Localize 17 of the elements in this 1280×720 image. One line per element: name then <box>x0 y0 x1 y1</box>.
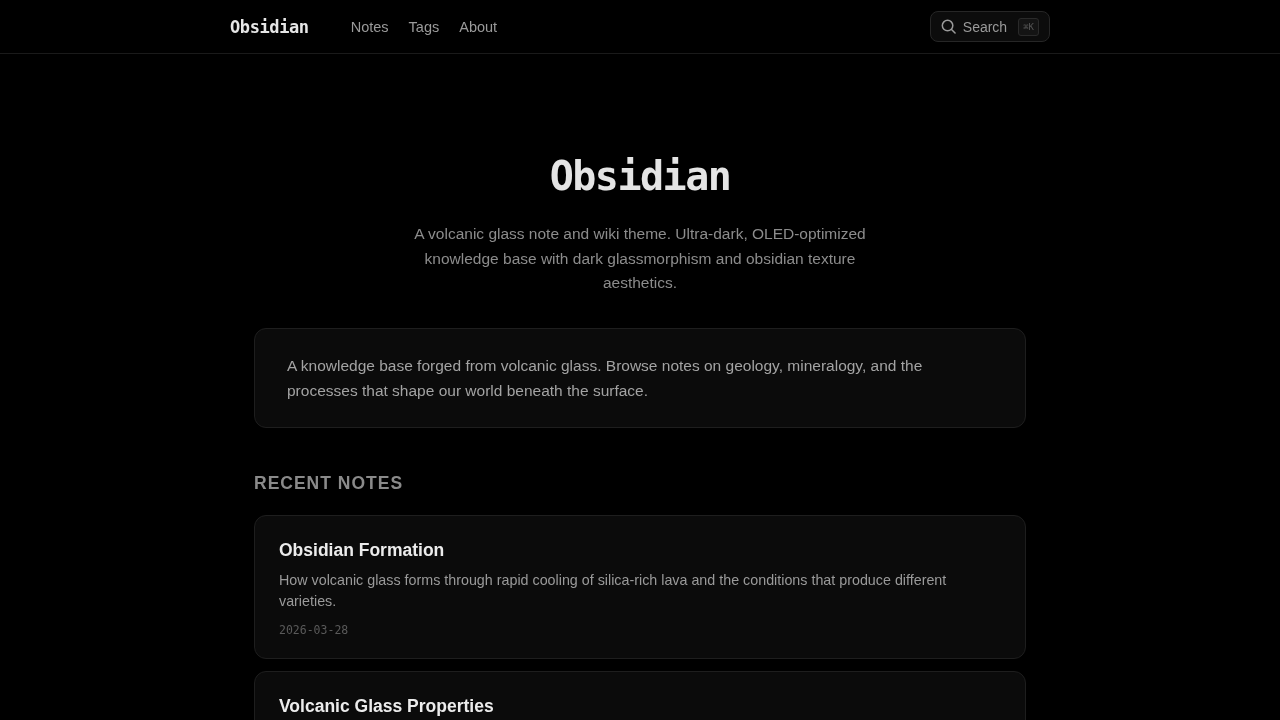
note-card[interactable]: Volcanic Glass Properties <box>254 670 1026 720</box>
shortcut-key: ⌘K <box>1018 17 1039 36</box>
note-title: Obsidian Formation <box>279 539 446 560</box>
nav-link[interactable]: Tags <box>408 18 440 35</box>
intro-text: A knowledge base forged from volcanic glass. Browse notes on geology, mineralogy, and the processes that shape our world beneath the surface. <box>287 355 924 401</box>
search-button[interactable]: Search ⌘K <box>929 11 1050 42</box>
note-date: 2026-03-28 <box>279 621 350 638</box>
note-title: Volcanic Glass Properties <box>279 695 495 716</box>
nav-link[interactable]: Notes <box>350 18 389 35</box>
note-description: How volcanic glass forms through rapid cooling of silica-rich lava and the conditions that produce different varieties. <box>279 570 948 611</box>
hero-title: Obsidian <box>549 152 731 201</box>
note-card[interactable]: Obsidian Formation How volcanic glass forms through rapid cooling of silica-rich lava and the conditions that produce different varieties. 2026-03-28 <box>254 514 1026 659</box>
brand-link[interactable]: Obsidian <box>230 16 309 37</box>
nav-link[interactable]: About <box>459 18 498 35</box>
hero-subtitle: A volcanic glass note and wiki theme. Ultra-dark, OLED-optimized knowledge base with dark glassmorphism and obsidian texture aesthetics. <box>413 224 867 293</box>
section-heading: RECENT NOTES <box>254 471 405 494</box>
search-icon <box>940 19 956 34</box>
